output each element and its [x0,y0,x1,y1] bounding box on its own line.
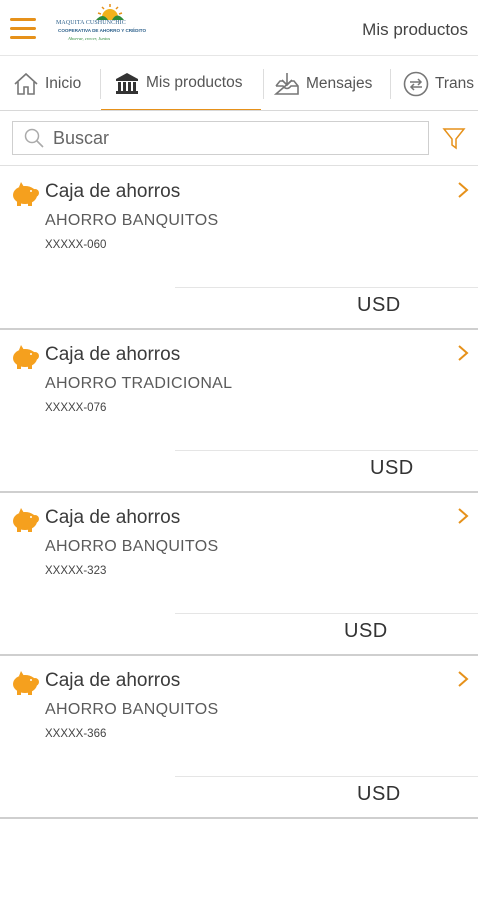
account-currency: USD [344,620,388,642]
account-product: AHORRO TRADICIONAL [45,375,233,392]
piggy-bank-icon [13,671,39,695]
account-card[interactable]: Caja de ahorros AHORRO BANQUITOS XXXXX-3… [0,493,478,656]
hamburger-menu-icon[interactable] [10,18,40,40]
search-icon [24,128,44,148]
account-currency: USD [357,783,401,805]
account-type: Caja de ahorros [45,344,181,365]
account-number: XXXXX-366 [45,728,107,740]
search-input[interactable] [53,127,393,149]
chevron-right-icon[interactable] [456,507,470,525]
search-bar [0,112,478,166]
divider [175,287,478,288]
page-title: Mis productos [362,20,468,39]
account-currency: USD [357,294,401,316]
app-header: MAQUITA CUSHUNCHIC COOPERATIVA DE AHORRO… [0,0,478,56]
account-type: Caja de ahorros [45,507,181,528]
account-type: Caja de ahorros [45,670,181,691]
tab-divider [263,69,264,99]
piggy-bank-icon [13,508,39,532]
account-card[interactable]: Caja de ahorros AHORRO BANQUITOS XXXXX-3… [0,656,478,819]
account-number: XXXXX-076 [45,402,107,414]
chevron-right-icon[interactable] [456,670,470,688]
filter-icon[interactable] [442,126,466,150]
piggy-bank-icon [13,345,39,369]
nav-tabs: Inicio Mis productos Mensajes Trans [0,57,478,111]
divider [175,450,478,451]
account-product: AHORRO BANQUITOS [45,538,219,555]
account-number: XXXXX-323 [45,565,107,577]
tab-transferencias[interactable]: Trans [402,57,474,110]
inbox-icon [273,73,299,95]
account-number: XXXXX-060 [45,239,107,251]
divider [175,776,478,777]
account-currency: USD [370,457,414,479]
chevron-right-icon[interactable] [456,181,470,199]
search-field[interactable] [12,121,429,155]
account-type: Caja de ahorros [45,181,181,202]
account-card[interactable]: Caja de ahorros AHORRO BANQUITOS XXXXX-0… [0,167,478,330]
tab-mis-productos[interactable]: Mis productos [101,57,261,110]
tab-divider [390,69,391,99]
chevron-right-icon[interactable] [456,344,470,362]
account-product: AHORRO BANQUITOS [45,212,219,229]
tab-inicio[interactable]: Inicio [12,57,81,110]
bank-icon [116,73,138,94]
logo: MAQUITA CUSHUNCHIC COOPERATIVA DE AHORRO… [56,2,164,50]
account-card[interactable]: Caja de ahorros AHORRO TRADICIONAL XXXXX… [0,330,478,493]
tab-mensajes[interactable]: Mensajes [273,57,372,110]
home-icon [14,72,38,95]
piggy-bank-icon [13,182,39,206]
transfer-icon [403,71,429,97]
divider [175,613,478,614]
account-product: AHORRO BANQUITOS [45,701,219,718]
